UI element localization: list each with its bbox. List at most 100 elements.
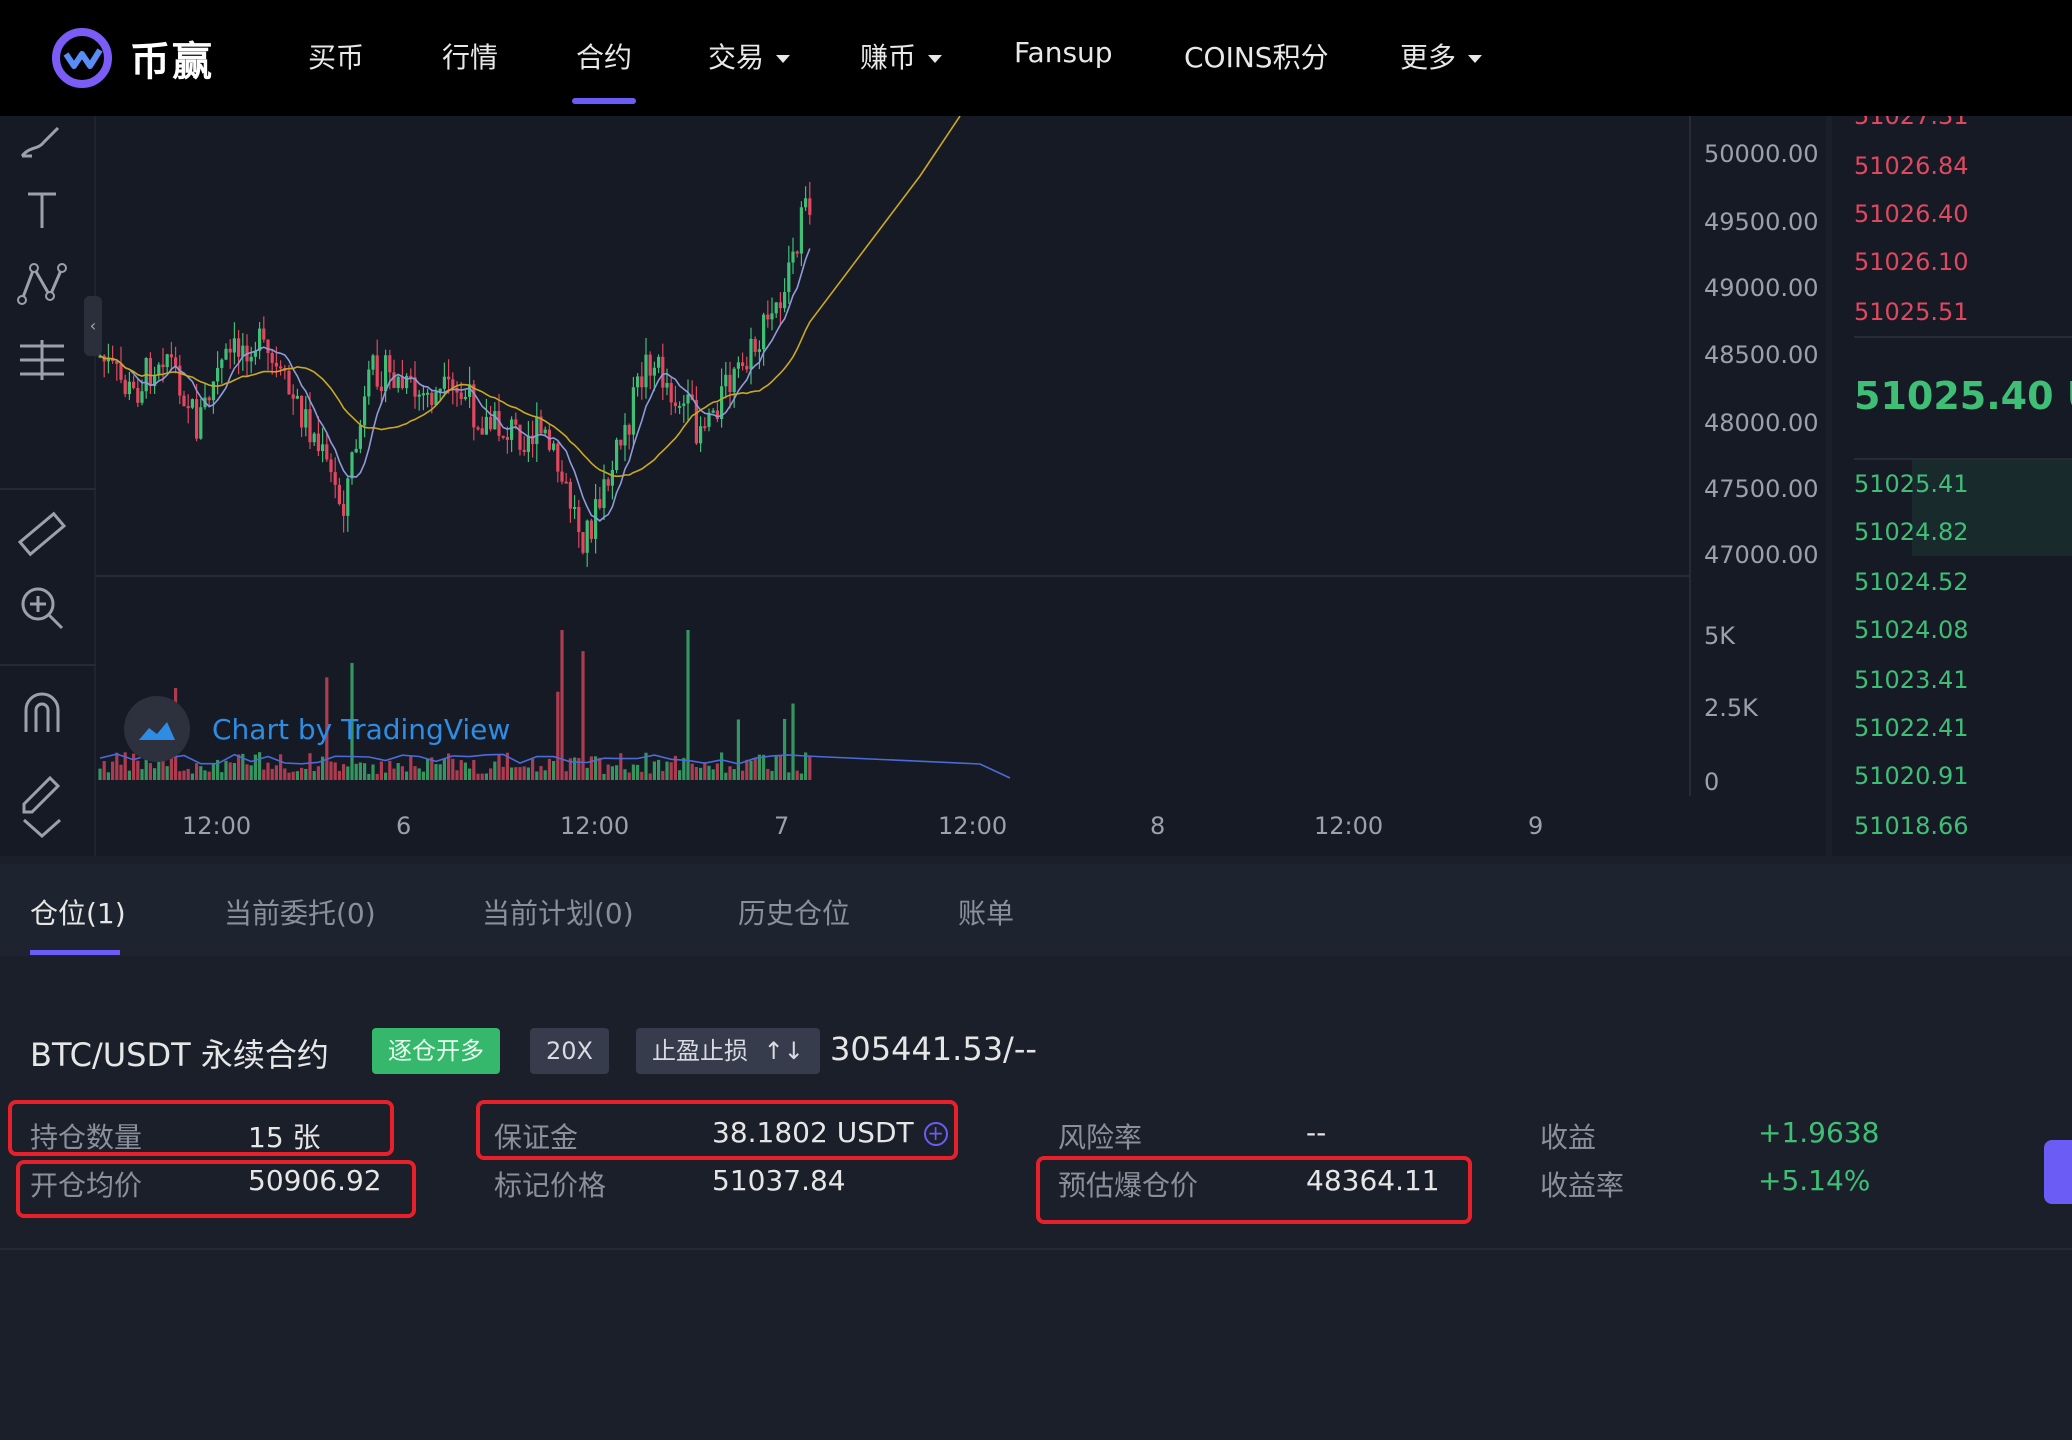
caret-down-icon (1468, 55, 1483, 63)
volume-bar (342, 764, 346, 780)
volume-bar (329, 761, 333, 780)
ask-price[interactable]: 51026.10 (1854, 248, 1969, 276)
volume-bar (228, 762, 232, 780)
volume-bar (270, 768, 274, 780)
risk-label: 风险率 (1058, 1121, 1143, 1154)
candle-body (287, 370, 291, 395)
tab-open-orders[interactable]: 当前委托(0) (224, 892, 376, 932)
candle-body (123, 379, 127, 395)
volume-bar (648, 773, 652, 780)
candle-body (476, 427, 480, 430)
volume-axis-label: 2.5K (1704, 694, 1758, 722)
bid-price[interactable]: 51024.52 (1854, 568, 1969, 596)
candle-body (493, 411, 497, 430)
nav-trade[interactable]: 交易 (708, 36, 791, 76)
volume-bar (472, 760, 476, 780)
ask-price[interactable]: 51026.84 (1854, 152, 1969, 180)
nav-earn[interactable]: 赚币 (860, 36, 943, 76)
measure-lines-icon[interactable] (14, 332, 70, 388)
volume-bar (581, 651, 585, 780)
drawing-toolbar (0, 116, 96, 856)
collapse-toolbar-handle[interactable]: ‹ (84, 296, 102, 356)
candle-body (169, 354, 173, 358)
volume-bar (211, 764, 215, 780)
nav-market[interactable]: 行情 (442, 36, 498, 76)
close-position-button[interactable] (2044, 1140, 2072, 1204)
ask-price[interactable]: 51027.31 (1854, 116, 1969, 130)
magnet-icon[interactable] (14, 686, 70, 742)
tab-bills[interactable]: 账单 (958, 892, 1014, 932)
volume-bar (102, 761, 106, 780)
ask-price[interactable]: 51026.40 (1854, 200, 1969, 228)
bid-price[interactable]: 51020.91 (1854, 762, 1969, 790)
volume-bar (287, 772, 291, 780)
volume-bar (484, 773, 488, 780)
candle-body (526, 435, 530, 452)
ask-price[interactable]: 51025.51 (1854, 298, 1969, 326)
candle-body (329, 459, 333, 473)
volume-bar (207, 771, 211, 780)
volume-bar (749, 760, 753, 780)
ruler-icon[interactable] (14, 506, 70, 562)
volume-bar (493, 761, 497, 780)
candle-body (581, 532, 585, 553)
nav-coins-points[interactable]: COINS积分 (1184, 36, 1329, 76)
candle-body (421, 393, 425, 396)
volume-bar (136, 760, 140, 780)
volume-bar (610, 766, 614, 780)
candle-body (510, 419, 514, 440)
bid-price[interactable]: 51024.82 (1854, 518, 1969, 546)
volume-bar (514, 767, 518, 780)
volume-bar (585, 767, 589, 780)
time-axis-label: 8 (1150, 812, 1166, 840)
volume-bar (363, 763, 367, 780)
candle-body (657, 356, 661, 368)
candle-body (228, 348, 232, 353)
volume-bar (333, 762, 337, 780)
tpsl-button[interactable]: 止盈止损 ↑↓ (636, 1028, 820, 1074)
price-axis-label: 50000.00 (1704, 140, 1819, 168)
tradingview-watermark[interactable]: Chart by TradingView (124, 696, 510, 762)
roe-label: 收益率 (1540, 1169, 1625, 1202)
candle-body (623, 424, 627, 446)
volume-bar (220, 772, 224, 780)
logo[interactable]: 币赢 (52, 28, 214, 88)
zoom-in-icon[interactable] (14, 580, 70, 636)
nav-label: 交易 (708, 41, 765, 74)
bid-price[interactable]: 51023.41 (1854, 666, 1969, 694)
volume-bar (111, 761, 115, 780)
nav-more[interactable]: 更多 (1400, 36, 1483, 76)
tab-plan-orders[interactable]: 当前计划(0) (482, 892, 634, 932)
nav-fansup[interactable]: Fansup (1014, 36, 1113, 69)
pattern-icon[interactable] (14, 256, 70, 312)
volume-bar (652, 761, 656, 780)
candle-body (774, 302, 778, 314)
bid-price[interactable]: 51018.66 (1854, 812, 1969, 840)
volume-bar (400, 766, 404, 780)
volume-bar (358, 762, 362, 780)
volume-bar (266, 762, 270, 780)
text-icon[interactable] (14, 182, 70, 238)
volume-bar (346, 766, 350, 780)
bid-price[interactable]: 51025.41 (1854, 470, 1969, 498)
candle-body (342, 504, 346, 516)
brush-icon[interactable] (14, 116, 70, 172)
volume-bar (724, 772, 728, 780)
volume-bar (522, 766, 526, 780)
leverage-button[interactable]: 20X (530, 1028, 609, 1074)
tab-position-history[interactable]: 历史仓位 (738, 892, 850, 932)
volume-bar (262, 769, 266, 780)
bid-price[interactable]: 51022.41 (1854, 714, 1969, 742)
chevron-down-icon[interactable] (14, 800, 70, 856)
order-book: 51027.31 51026.84 51026.40 51026.10 5102… (1832, 116, 2072, 856)
bid-price[interactable]: 51024.08 (1854, 616, 1969, 644)
nav-buy-coin[interactable]: 买币 (308, 36, 364, 76)
volume-bar (766, 768, 770, 780)
nav-contract[interactable]: 合约 (576, 36, 632, 76)
volume-bar (619, 753, 623, 780)
logo-text: 币赢 (130, 39, 214, 85)
candle-body (518, 424, 522, 450)
tab-positions[interactable]: 仓位(1) (30, 892, 126, 932)
volume-bar (678, 770, 682, 780)
candle-body (426, 392, 430, 395)
